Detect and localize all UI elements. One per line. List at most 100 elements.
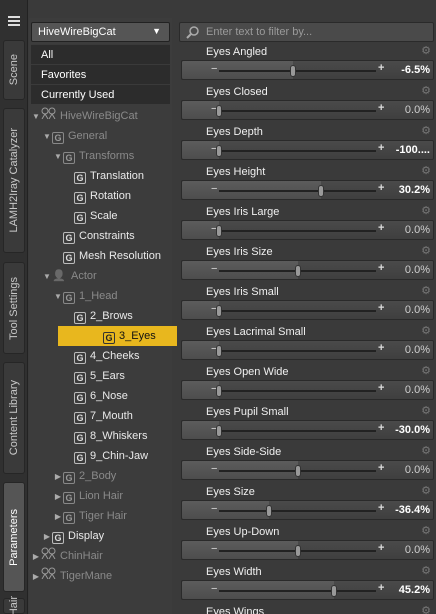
collapse-arrow-icon[interactable]: ▶ <box>31 547 41 567</box>
slider-knob[interactable] <box>289 65 296 77</box>
param-slider[interactable]: − +0.0% <box>181 380 434 400</box>
slider-track[interactable] <box>219 430 376 432</box>
tree-node-scale[interactable]: G Scale <box>64 206 118 226</box>
slider-track[interactable] <box>219 390 376 392</box>
slider-track[interactable] <box>219 150 376 152</box>
side-tab-tool-settings[interactable]: Tool Settings <box>3 262 25 354</box>
increment-icon[interactable]: + <box>378 462 384 474</box>
increment-icon[interactable]: + <box>378 582 384 594</box>
param-slider[interactable]: − +0.0% <box>181 100 434 120</box>
slider-knob[interactable] <box>216 105 222 117</box>
increment-icon[interactable]: + <box>378 422 384 434</box>
gear-icon[interactable]: ⚙ <box>420 125 432 137</box>
expand-arrow-icon[interactable]: ▼ <box>42 127 52 147</box>
slider-track[interactable] <box>219 590 376 592</box>
param-value[interactable]: 30.2% <box>399 184 430 196</box>
param-value[interactable]: 0.0% <box>405 304 430 316</box>
gear-icon[interactable]: ⚙ <box>420 325 432 337</box>
param-slider[interactable]: − +0.0% <box>181 460 434 480</box>
decrement-icon[interactable]: − <box>211 503 217 515</box>
tree-filter-all[interactable]: All <box>31 44 170 64</box>
collapse-arrow-icon[interactable]: ▶ <box>31 567 41 587</box>
slider-knob[interactable] <box>216 385 222 397</box>
collapse-arrow-icon[interactable]: ▶ <box>53 467 63 487</box>
gear-icon[interactable]: ⚙ <box>420 45 432 57</box>
slider-track[interactable] <box>219 110 376 112</box>
tree-node-6-nose[interactable]: G 6_Nose <box>64 386 128 406</box>
gear-icon[interactable]: ⚙ <box>420 245 432 257</box>
increment-icon[interactable]: + <box>378 542 384 554</box>
slider-knob[interactable] <box>216 305 222 317</box>
tree-node-display[interactable]: ▶ G Display <box>42 526 104 546</box>
slider-knob[interactable] <box>266 505 273 517</box>
slider-track[interactable] <box>219 190 376 192</box>
tree-node-lion-hair[interactable]: ▶ G Lion Hair <box>53 486 123 506</box>
gear-icon[interactable]: ⚙ <box>420 445 432 457</box>
decrement-icon[interactable]: − <box>211 543 217 555</box>
increment-icon[interactable]: + <box>378 62 384 74</box>
slider-knob[interactable] <box>294 265 301 277</box>
slider-knob[interactable] <box>330 585 337 597</box>
param-slider[interactable]: − +0.0% <box>181 340 434 360</box>
collapse-arrow-icon[interactable]: ▶ <box>42 527 52 547</box>
tree-filter-favorites[interactable]: Favorites <box>31 64 170 84</box>
slider-track[interactable] <box>219 70 376 72</box>
tree-node-9-chin-jaw[interactable]: G 9_Chin-Jaw <box>64 446 148 466</box>
tree-node-general[interactable]: ▼ G General <box>42 126 107 146</box>
gear-icon[interactable]: ⚙ <box>420 165 432 177</box>
panel-menu-icon[interactable] <box>6 14 22 32</box>
slider-knob[interactable] <box>294 545 301 557</box>
tree-node-chinhair[interactable]: ▶ ChinHair <box>31 546 103 566</box>
param-slider[interactable]: − +45.2% <box>181 580 434 600</box>
param-slider[interactable]: − + -100.... <box>181 140 434 160</box>
param-slider[interactable]: − + -36.4% <box>181 500 434 520</box>
node-selector-dropdown[interactable]: HiveWireBigCat ▼ <box>31 22 170 42</box>
slider-track[interactable] <box>219 310 376 312</box>
slider-track[interactable] <box>219 350 376 352</box>
decrement-icon[interactable]: − <box>211 63 217 75</box>
gear-icon[interactable]: ⚙ <box>420 205 432 217</box>
expand-arrow-icon[interactable]: ▼ <box>53 147 63 167</box>
collapse-arrow-icon[interactable]: ▶ <box>53 487 63 507</box>
filter-input[interactable] <box>206 24 426 40</box>
tree-node-tigermane[interactable]: ▶ TigerMane <box>31 566 112 586</box>
param-slider[interactable]: − +0.0% <box>181 300 434 320</box>
gear-icon[interactable]: ⚙ <box>420 565 432 577</box>
collapse-arrow-icon[interactable]: ▶ <box>53 507 63 527</box>
param-slider[interactable]: − +0.0% <box>181 260 434 280</box>
increment-icon[interactable]: + <box>378 262 384 274</box>
decrement-icon[interactable]: − <box>211 183 217 195</box>
tree-filter-currently-used[interactable]: Currently Used <box>31 84 170 104</box>
side-tab-content-library[interactable]: Content Library <box>3 362 25 474</box>
side-tab-parameters[interactable]: Parameters <box>3 482 25 592</box>
decrement-icon[interactable]: − <box>211 583 217 595</box>
param-value[interactable]: -100.... <box>396 144 430 156</box>
slider-knob[interactable] <box>216 145 222 157</box>
gear-icon[interactable]: ⚙ <box>420 365 432 377</box>
param-slider[interactable]: − +0.0% <box>181 220 434 240</box>
tree-node-1-head[interactable]: ▼ G 1_Head <box>53 286 118 306</box>
param-value[interactable]: 45.2% <box>399 584 430 596</box>
param-value[interactable]: 0.0% <box>405 384 430 396</box>
param-value[interactable]: 0.0% <box>405 104 430 116</box>
tree-node-7-mouth[interactable]: G 7_Mouth <box>64 406 133 426</box>
increment-icon[interactable]: + <box>378 222 384 234</box>
tree-node-transforms[interactable]: ▼ G Transforms <box>53 146 134 166</box>
gear-icon[interactable]: ⚙ <box>420 85 432 97</box>
tree-node-mesh-resolution[interactable]: G Mesh Resolution <box>53 246 161 266</box>
increment-icon[interactable]: + <box>378 502 384 514</box>
increment-icon[interactable]: + <box>378 342 384 354</box>
increment-icon[interactable]: + <box>378 182 384 194</box>
slider-knob[interactable] <box>216 345 222 357</box>
increment-icon[interactable]: + <box>378 142 384 154</box>
side-tab-lamh2iray-catalyzer[interactable]: LAMH2Iray Catalyzer <box>3 108 25 253</box>
slider-knob[interactable] <box>294 465 301 477</box>
tree-node-2-body[interactable]: ▶ G 2_Body <box>53 466 116 486</box>
slider-knob[interactable] <box>216 225 222 237</box>
expand-arrow-icon[interactable]: ▼ <box>31 107 41 127</box>
decrement-icon[interactable]: − <box>211 263 217 275</box>
gear-icon[interactable]: ⚙ <box>420 485 432 497</box>
increment-icon[interactable]: + <box>378 382 384 394</box>
expand-arrow-icon[interactable]: ▼ <box>42 267 52 287</box>
param-slider[interactable]: − +0.0% <box>181 540 434 560</box>
